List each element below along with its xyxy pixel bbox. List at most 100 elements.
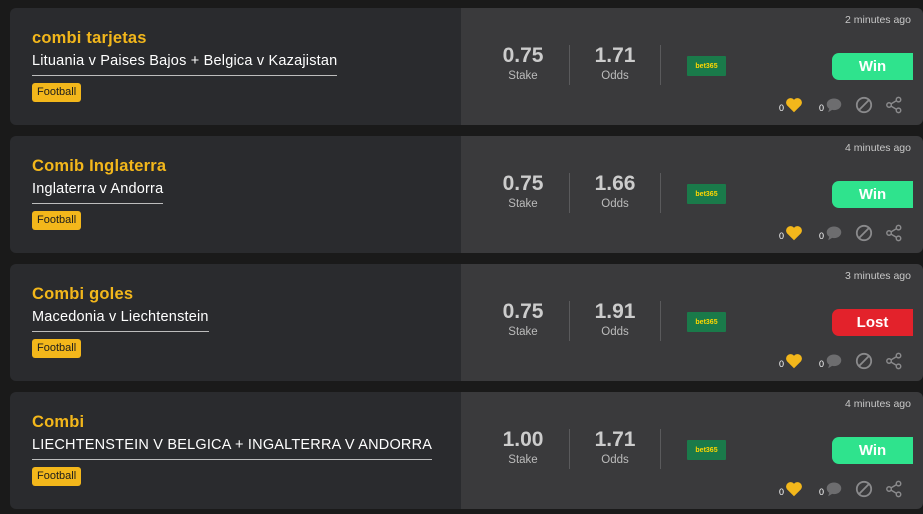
share-icon (886, 224, 902, 242)
result-badge: Win (832, 53, 913, 80)
stake-label: Stake (508, 198, 538, 210)
odds-label: Odds (601, 454, 629, 466)
odds-value: 1.71 (594, 44, 636, 67)
share-button[interactable] (885, 480, 903, 498)
sport-badge[interactable]: Football (32, 467, 82, 486)
tip-title[interactable]: Comib Inglaterra (32, 156, 461, 176)
sport-badge[interactable]: Football (32, 83, 82, 102)
stake-label: Stake (508, 326, 538, 338)
comment-button[interactable]: 0 (819, 353, 843, 369)
tip-actions: 0 0 (779, 479, 903, 499)
odds-block: 1.91 Odds (569, 300, 661, 339)
sport-badge[interactable]: Football (32, 211, 82, 230)
odds-block: 1.66 Odds (569, 172, 661, 211)
tip-actions: 0 0 (779, 95, 903, 115)
comment-bubble-icon (826, 98, 842, 113)
tip-title[interactable]: Combi goles (32, 284, 461, 304)
tip-timestamp: 3 minutes ago (845, 270, 911, 282)
odds-label: Odds (601, 70, 629, 82)
result-badge: Lost (832, 309, 913, 336)
like-button[interactable]: 0 (779, 481, 803, 497)
like-count: 0 (779, 231, 785, 241)
tip-stats: 1.00 Stake 1.71 Odds bet365 4 minutes ag… (461, 392, 923, 509)
bookmaker-logo[interactable]: bet365 (687, 184, 726, 204)
odds-value: 1.71 (594, 428, 636, 451)
bookmaker-logo[interactable]: bet365 (687, 56, 726, 76)
comment-bubble-icon (826, 482, 842, 497)
share-icon (886, 480, 902, 498)
tip-match[interactable]: Inglaterra v Andorra (32, 180, 164, 204)
bookmaker-logo[interactable]: bet365 (687, 440, 726, 460)
comment-button[interactable]: 0 (819, 225, 843, 241)
block-button[interactable] (855, 352, 873, 370)
tip-stats: 0.75 Stake 1.71 Odds bet365 2 minutes ag… (461, 8, 923, 125)
stake-block: 0.75 Stake (477, 300, 569, 339)
stake-value: 0.75 (502, 300, 544, 323)
divider (660, 429, 661, 469)
odds-value: 1.91 (594, 300, 636, 323)
tip-match[interactable]: Macedonia v Liechtenstein (32, 308, 209, 332)
tip-match[interactable]: LIECHTENSTEIN V BELGICA + INGALTERRA V A… (32, 436, 433, 460)
like-button[interactable]: 0 (779, 225, 803, 241)
tip-stats: 0.75 Stake 1.66 Odds bet365 4 minutes ag… (461, 136, 923, 253)
block-icon (855, 480, 873, 498)
share-button[interactable] (885, 96, 903, 114)
tip-card[interactable]: Combi goles Macedonia v Liechtenstein Fo… (10, 264, 923, 381)
stake-block: 0.75 Stake (477, 172, 569, 211)
like-button[interactable]: 0 (779, 353, 803, 369)
result-badge: Win (832, 181, 913, 208)
divider (660, 173, 661, 213)
block-button[interactable] (855, 480, 873, 498)
comment-button[interactable]: 0 (819, 97, 843, 113)
block-icon (855, 96, 873, 114)
tip-title[interactable]: Combi (32, 412, 461, 432)
tip-timestamp: 4 minutes ago (845, 398, 911, 410)
stake-block: 0.75 Stake (477, 44, 569, 83)
tip-card[interactable]: Comib Inglaterra Inglaterra v Andorra Fo… (10, 136, 923, 253)
odds-block: 1.71 Odds (569, 44, 661, 83)
odds-block: 1.71 Odds (569, 428, 661, 467)
result-badge: Win (832, 437, 913, 464)
like-count: 0 (779, 359, 785, 369)
tip-title[interactable]: combi tarjetas (32, 28, 461, 48)
block-icon (855, 352, 873, 370)
share-icon (886, 352, 902, 370)
comment-bubble-icon (826, 354, 842, 369)
block-button[interactable] (855, 224, 873, 242)
stake-value: 0.75 (502, 44, 544, 67)
divider (660, 301, 661, 341)
tip-actions: 0 0 (779, 351, 903, 371)
tip-info: Combi LIECHTENSTEIN V BELGICA + INGALTER… (10, 392, 461, 509)
heart-icon (786, 226, 802, 241)
comment-count: 0 (819, 231, 825, 241)
comment-count: 0 (819, 487, 825, 497)
tip-info: combi tarjetas Lituania v Paises Bajos +… (10, 8, 461, 125)
odds-label: Odds (601, 198, 629, 210)
comment-button[interactable]: 0 (819, 481, 843, 497)
tip-match[interactable]: Lituania v Paises Bajos + Belgica v Kaza… (32, 52, 338, 76)
heart-icon (786, 354, 802, 369)
block-button[interactable] (855, 96, 873, 114)
like-count: 0 (779, 103, 785, 113)
sport-badge[interactable]: Football (32, 339, 82, 358)
tip-timestamp: 4 minutes ago (845, 142, 911, 154)
share-button[interactable] (885, 224, 903, 242)
divider (660, 45, 661, 85)
tips-feed: combi tarjetas Lituania v Paises Bajos +… (0, 0, 923, 514)
like-count: 0 (779, 487, 785, 497)
like-button[interactable]: 0 (779, 97, 803, 113)
heart-icon (786, 98, 802, 113)
share-button[interactable] (885, 352, 903, 370)
bookmaker-logo[interactable]: bet365 (687, 312, 726, 332)
stake-label: Stake (508, 454, 538, 466)
comment-bubble-icon (826, 226, 842, 241)
tip-info: Comib Inglaterra Inglaterra v Andorra Fo… (10, 136, 461, 253)
block-icon (855, 224, 873, 242)
stake-value: 1.00 (502, 428, 544, 451)
comment-count: 0 (819, 359, 825, 369)
tip-card[interactable]: Combi LIECHTENSTEIN V BELGICA + INGALTER… (10, 392, 923, 509)
tip-actions: 0 0 (779, 223, 903, 243)
tip-stats: 0.75 Stake 1.91 Odds bet365 3 minutes ag… (461, 264, 923, 381)
stake-block: 1.00 Stake (477, 428, 569, 467)
tip-card[interactable]: combi tarjetas Lituania v Paises Bajos +… (10, 8, 923, 125)
